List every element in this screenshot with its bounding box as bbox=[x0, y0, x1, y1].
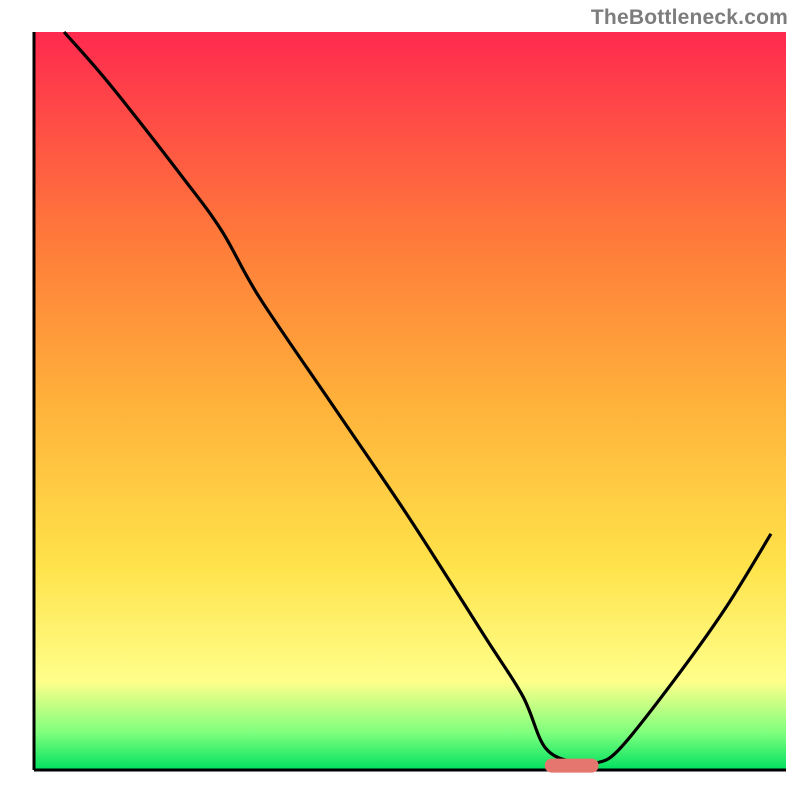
optimal-marker bbox=[545, 759, 598, 772]
plot-background bbox=[34, 32, 786, 770]
attribution-label: TheBottleneck.com bbox=[591, 6, 788, 30]
chart-container: TheBottleneck.com bbox=[0, 0, 800, 800]
bottleneck-chart bbox=[0, 0, 800, 800]
